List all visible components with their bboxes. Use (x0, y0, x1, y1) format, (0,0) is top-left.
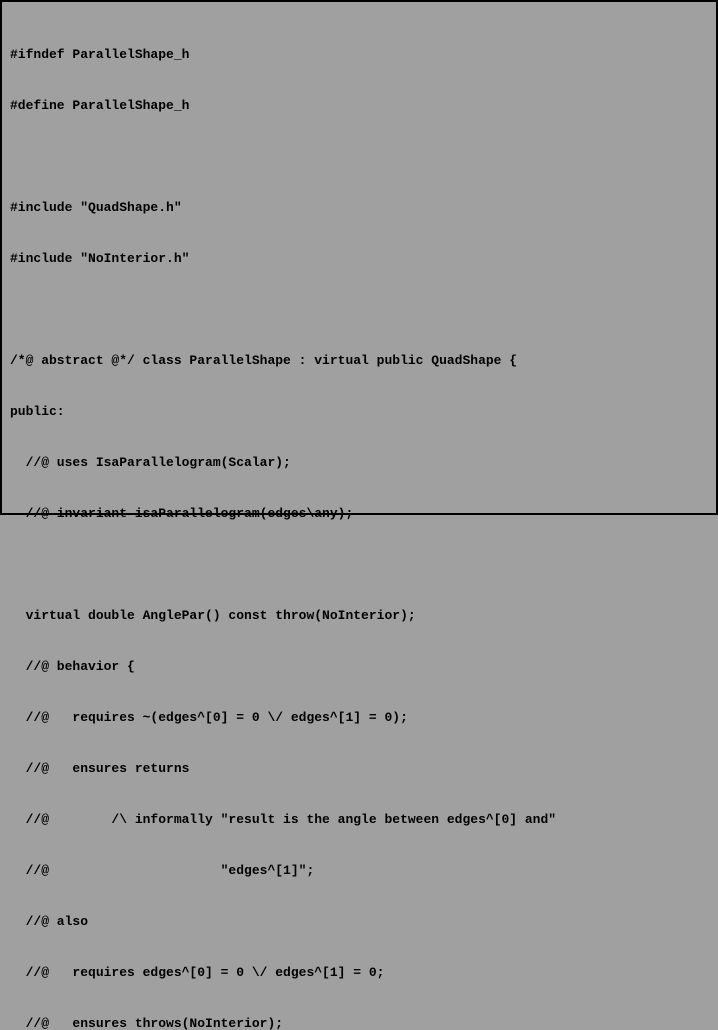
code-line: #define ParallelShape_h (10, 97, 708, 114)
code-line: //@ ensures throws(NoInterior); (10, 1015, 708, 1030)
code-line (10, 148, 708, 165)
code-line: virtual double AnglePar() const throw(No… (10, 607, 708, 624)
code-line: //@ also (10, 913, 708, 930)
code-block: #ifndef ParallelShape_h #define Parallel… (10, 12, 708, 1030)
code-line: //@ "edges^[1]"; (10, 862, 708, 879)
code-line: //@ invariant isaParallelogram(edges\any… (10, 505, 708, 522)
code-line: #include "QuadShape.h" (10, 199, 708, 216)
code-line: #include "NoInterior.h" (10, 250, 708, 267)
code-line: #ifndef ParallelShape_h (10, 46, 708, 63)
code-line: /*@ abstract @*/ class ParallelShape : v… (10, 352, 708, 369)
code-line: //@ requires ~(edges^[0] = 0 \/ edges^[1… (10, 709, 708, 726)
code-line: //@ ensures returns (10, 760, 708, 777)
code-line: public: (10, 403, 708, 420)
code-line (10, 556, 708, 573)
code-frame: #ifndef ParallelShape_h #define Parallel… (0, 0, 718, 515)
code-line: //@ behavior { (10, 658, 708, 675)
code-line: //@ requires edges^[0] = 0 \/ edges^[1] … (10, 964, 708, 981)
code-line (10, 301, 708, 318)
code-line: //@ /\ informally "result is the angle b… (10, 811, 708, 828)
code-line: //@ uses IsaParallelogram(Scalar); (10, 454, 708, 471)
